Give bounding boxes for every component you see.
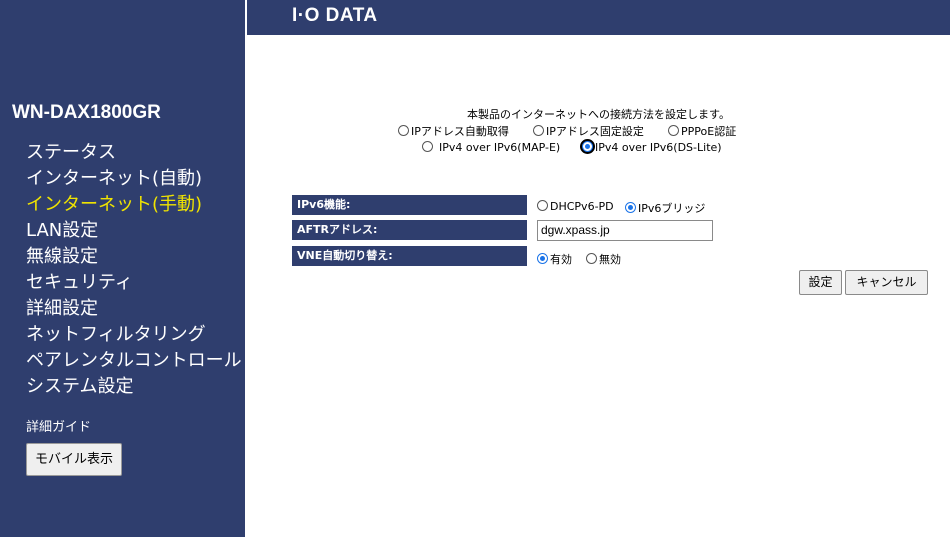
sidebar-item-security[interactable]: セキュリティ xyxy=(26,271,242,297)
option-ds-lite[interactable]: IPv4 over IPv6(DS-Lite) xyxy=(582,141,722,154)
option-ipv6-bridge-label: IPv6ブリッジ xyxy=(638,202,706,215)
detail-guide-link[interactable]: 詳細ガイド xyxy=(26,416,91,435)
radio-ds-lite[interactable] xyxy=(582,141,593,152)
option-map-e-label: IPv4 over IPv6(MAP-E) xyxy=(439,141,561,154)
save-button[interactable]: 設定 xyxy=(799,270,842,295)
brand-logo: I·O DATA xyxy=(292,5,378,26)
radio-vne-disabled[interactable] xyxy=(586,253,597,264)
ipv6-function-label: IPv6機能: xyxy=(292,195,527,215)
option-vne-enabled[interactable]: 有効 xyxy=(537,251,572,267)
option-ip-auto-label: IPアドレス自動取得 xyxy=(411,125,509,138)
cancel-button[interactable]: キャンセル xyxy=(845,270,928,295)
radio-dhcpv6-pd[interactable] xyxy=(537,200,548,211)
option-dhcpv6-pd[interactable]: DHCPv6-PD xyxy=(537,200,614,213)
vne-auto-switch-label: VNE自動切り替え: xyxy=(292,246,527,266)
radio-ip-static[interactable] xyxy=(533,125,544,136)
option-map-e[interactable]: IPv4 over IPv6(MAP-E) xyxy=(422,141,560,154)
radio-ip-auto[interactable] xyxy=(398,125,409,136)
sidebar-item-lan[interactable]: LAN設定 xyxy=(26,219,242,245)
radio-ipv6-bridge[interactable] xyxy=(625,202,636,213)
option-ip-auto[interactable]: IPアドレス自動取得 xyxy=(398,123,509,139)
sidebar-item-status[interactable]: ステータス xyxy=(26,141,242,167)
sidebar-divider xyxy=(245,0,247,537)
sidebar-nav: ステータス インターネット(自動) インターネット(手動) LAN設定 無線設定… xyxy=(26,141,242,401)
model-name: WN-DAX1800GR xyxy=(12,102,161,123)
option-pppoe[interactable]: PPPoE認証 xyxy=(668,123,736,139)
option-vne-disabled[interactable]: 無効 xyxy=(586,251,621,267)
option-pppoe-label: PPPoE認証 xyxy=(681,125,737,138)
radio-map-e[interactable] xyxy=(422,141,433,152)
option-dhcpv6-pd-label: DHCPv6-PD xyxy=(550,200,614,213)
sidebar-item-internet-auto[interactable]: インターネット(自動) xyxy=(26,167,242,193)
aftr-address-label: AFTRアドレス: xyxy=(292,220,527,240)
radio-vne-enabled[interactable] xyxy=(537,253,548,264)
sidebar-item-internet-manual[interactable]: インターネット(手動) xyxy=(26,193,242,219)
sidebar-item-net-filtering[interactable]: ネットフィルタリング xyxy=(26,323,242,349)
option-vne-disabled-label: 無効 xyxy=(599,253,621,266)
option-ip-static-label: IPアドレス固定設定 xyxy=(546,125,644,138)
radio-pppoe[interactable] xyxy=(668,125,679,136)
sidebar-item-system[interactable]: システム設定 xyxy=(26,375,242,401)
mobile-view-button[interactable]: モバイル表示 xyxy=(26,443,122,476)
connection-intro: 本製品のインターネットへの接続方法を設定します。 xyxy=(467,108,730,121)
option-ds-lite-label: IPv4 over IPv6(DS-Lite) xyxy=(595,141,722,154)
aftr-address-input[interactable]: dgw.xpass.jp xyxy=(537,220,713,241)
sidebar-item-parental-control[interactable]: ペアレンタルコントロール xyxy=(26,349,242,375)
sidebar-item-advanced[interactable]: 詳細設定 xyxy=(26,297,242,323)
option-vne-enabled-label: 有効 xyxy=(550,253,572,266)
sidebar-item-wireless[interactable]: 無線設定 xyxy=(26,245,242,271)
option-ip-static[interactable]: IPアドレス固定設定 xyxy=(533,123,644,139)
option-ipv6-bridge[interactable]: IPv6ブリッジ xyxy=(625,200,705,216)
